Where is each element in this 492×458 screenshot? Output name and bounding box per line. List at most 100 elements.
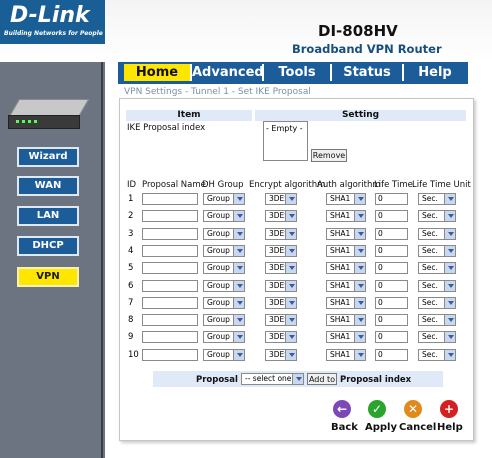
life-time-input[interactable]: 0 xyxy=(375,349,408,361)
tab-help[interactable]: Help xyxy=(404,64,466,81)
back-button[interactable]: Back xyxy=(331,422,358,433)
proposal-id-select[interactable]: -- select one -- xyxy=(241,373,304,385)
life-time-unit-select[interactable]: Sec. xyxy=(418,314,456,326)
proposal-name-input[interactable] xyxy=(142,262,198,274)
life-time-input[interactable]: 0 xyxy=(375,262,408,274)
dh-group-select[interactable]: Group 1 xyxy=(203,193,245,205)
auth-select[interactable]: SHA1 xyxy=(326,262,366,274)
apply-icon[interactable]: ✓ xyxy=(368,400,386,418)
life-time-input[interactable]: 0 xyxy=(375,210,408,222)
cancel-button[interactable]: Cancel xyxy=(399,422,436,433)
life-time-unit-select[interactable]: Sec. xyxy=(418,228,456,240)
proposal-name-input[interactable] xyxy=(142,297,198,309)
encrypt-select[interactable]: 3DES xyxy=(265,228,297,240)
encrypt-select[interactable]: 3DES xyxy=(265,280,297,292)
life-time-input[interactable]: 0 xyxy=(375,297,408,309)
life-time-input[interactable]: 0 xyxy=(375,331,408,343)
dh-group-select[interactable]: Group 1 xyxy=(203,297,245,309)
back-icon[interactable]: ← xyxy=(333,400,351,418)
tab-advanced[interactable]: Advanced xyxy=(192,64,264,81)
life-time-unit-select-value: Sec. xyxy=(422,246,438,255)
col-header-life-time-unit: Life Time Unit xyxy=(412,180,471,190)
life-time-unit-select[interactable]: Sec. xyxy=(418,297,456,309)
life-time-input[interactable]: 0 xyxy=(375,245,408,257)
encrypt-select[interactable]: 3DES xyxy=(265,331,297,343)
proposal-index-listbox[interactable]: - Empty - xyxy=(263,121,308,161)
auth-select[interactable]: SHA1 xyxy=(326,228,366,240)
help-button[interactable]: Help xyxy=(437,422,463,433)
cancel-icon[interactable]: ✕ xyxy=(404,400,422,418)
life-time-unit-select[interactable]: Sec. xyxy=(418,245,456,257)
encrypt-select[interactable]: 3DES xyxy=(265,297,297,309)
proposal-name-input[interactable] xyxy=(142,245,198,257)
auth-select[interactable]: SHA1 xyxy=(326,331,366,343)
tab-status[interactable]: Status xyxy=(332,64,402,81)
chevron-down-icon xyxy=(444,315,455,325)
model-subtitle: Broadband VPN Router xyxy=(292,42,442,56)
chevron-down-icon xyxy=(354,211,365,221)
remove-button[interactable]: Remove xyxy=(311,149,347,162)
life-time-unit-select-value: Sec. xyxy=(422,350,438,359)
life-time-input[interactable]: 0 xyxy=(375,314,408,326)
encrypt-select[interactable]: 3DES xyxy=(265,349,297,361)
auth-select[interactable]: SHA1 xyxy=(326,314,366,326)
help-icon[interactable]: + xyxy=(440,400,458,418)
proposal-name-input[interactable] xyxy=(142,210,198,222)
dh-group-select[interactable]: Group 1 xyxy=(203,228,245,240)
encrypt-select[interactable]: 3DES xyxy=(265,193,297,205)
dh-group-select[interactable]: Group 1 xyxy=(203,210,245,222)
auth-select[interactable]: SHA1 xyxy=(326,245,366,257)
proposal-name-input[interactable] xyxy=(142,314,198,326)
add-to-button[interactable]: Add to xyxy=(307,373,337,385)
life-time-unit-select[interactable]: Sec. xyxy=(418,280,456,292)
auth-select[interactable]: SHA1 xyxy=(326,210,366,222)
chevron-down-icon xyxy=(354,246,365,256)
proposal-name-input[interactable] xyxy=(142,228,198,240)
chevron-down-icon xyxy=(292,374,303,384)
dh-group-select[interactable]: Group 1 xyxy=(203,262,245,274)
proposal-name-input[interactable] xyxy=(142,349,198,361)
life-time-input[interactable]: 0 xyxy=(375,280,408,292)
auth-select[interactable]: SHA1 xyxy=(326,297,366,309)
sidebar-item-lan[interactable]: LAN xyxy=(17,206,79,226)
apply-button[interactable]: Apply xyxy=(365,422,397,433)
life-time-unit-select[interactable]: Sec. xyxy=(418,193,456,205)
dh-group-select[interactable]: Group 1 xyxy=(203,331,245,343)
chevron-down-icon xyxy=(354,229,365,239)
auth-select[interactable]: SHA1 xyxy=(326,349,366,361)
proposal-name-input[interactable] xyxy=(142,280,198,292)
listbox-item[interactable]: - Empty - xyxy=(266,124,303,133)
dh-group-select[interactable]: Group 1 xyxy=(203,349,245,361)
tab-home[interactable]: Home xyxy=(124,64,190,81)
encrypt-select[interactable]: 3DES xyxy=(265,314,297,326)
sidebar-item-dhcp[interactable]: DHCP xyxy=(17,236,79,256)
tab-tools[interactable]: Tools xyxy=(264,64,330,81)
encrypt-select[interactable]: 3DES xyxy=(265,262,297,274)
chevron-down-icon xyxy=(285,332,296,342)
dh-group-select[interactable]: Group 1 xyxy=(203,280,245,292)
dh-group-select[interactable]: Group 1 xyxy=(203,245,245,257)
encrypt-select[interactable]: 3DES xyxy=(265,245,297,257)
sidebar-item-vpn[interactable]: VPN xyxy=(17,267,79,287)
life-time-input[interactable]: 0 xyxy=(375,228,408,240)
life-time-unit-select[interactable]: Sec. xyxy=(418,210,456,222)
chevron-down-icon xyxy=(354,263,365,273)
dh-group-select[interactable]: Group 1 xyxy=(203,314,245,326)
life-time-unit-select[interactable]: Sec. xyxy=(418,262,456,274)
sidebar-item-wizard[interactable]: Wizard xyxy=(17,147,79,167)
life-time-unit-select[interactable]: Sec. xyxy=(418,331,456,343)
auth-select-value: SHA1 xyxy=(330,263,351,272)
encrypt-select[interactable]: 3DES xyxy=(265,210,297,222)
life-time-unit-select[interactable]: Sec. xyxy=(418,349,456,361)
proposal-name-input[interactable] xyxy=(142,331,198,343)
proposal-name-input[interactable] xyxy=(142,193,198,205)
row-id-value: 9 xyxy=(128,332,134,342)
chevron-down-icon xyxy=(444,332,455,342)
life-time-unit-select-value: Sec. xyxy=(422,263,438,272)
sidebar-item-wan[interactable]: WAN xyxy=(17,176,79,196)
life-time-unit-select-value: Sec. xyxy=(422,211,438,220)
auth-select[interactable]: SHA1 xyxy=(326,280,366,292)
life-time-input-value: 0 xyxy=(378,315,383,324)
auth-select[interactable]: SHA1 xyxy=(326,193,366,205)
life-time-input[interactable]: 0 xyxy=(375,193,408,205)
